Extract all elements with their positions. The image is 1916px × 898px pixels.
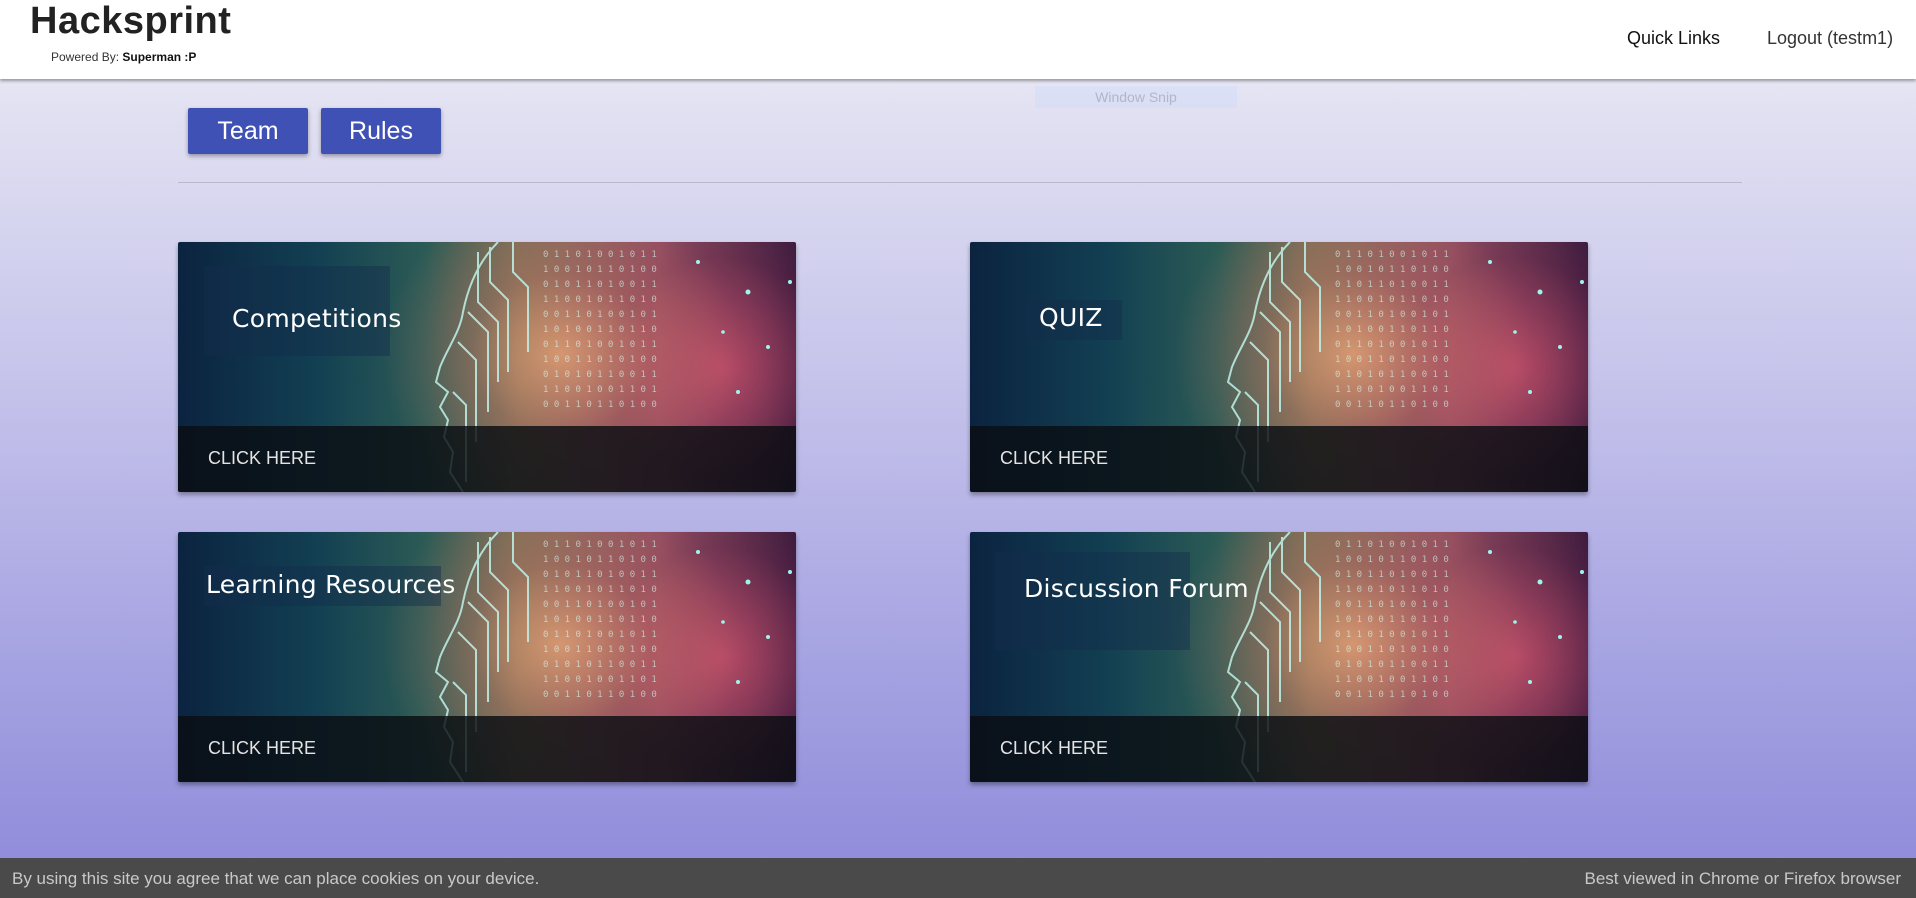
- svg-text:1 0 0 1 0 1 1 0 1 0 0: 1 0 0 1 0 1 1 0 1 0 0: [543, 265, 657, 275]
- svg-text:0 0 1 1 0 1 0 0 1 0 1: 0 0 1 1 0 1 0 0 1 0 1: [543, 600, 657, 610]
- svg-text:1 0 0 1 0 1 1 0 1 0 0: 1 0 0 1 0 1 1 0 1 0 0: [1335, 265, 1449, 275]
- rules-button[interactable]: Rules: [321, 108, 441, 154]
- svg-text:0 1 0 1 1 0 1 0 0 1 1: 0 1 0 1 1 0 1 0 0 1 1: [1335, 570, 1449, 580]
- team-button[interactable]: Team: [188, 108, 308, 154]
- svg-text:1 1 0 0 1 0 1 1 0 1 0: 1 1 0 0 1 0 1 1 0 1 0: [1335, 585, 1449, 595]
- discussion-forum-card[interactable]: 0 1 1 0 1 0 0 1 0 1 1 1 0 0 1 0 1 1 0 1 …: [970, 532, 1588, 782]
- svg-text:0 0 1 1 0 1 1 0 1 0 0: 0 0 1 1 0 1 1 0 1 0 0: [1335, 690, 1449, 700]
- svg-text:1 0 1 0 0 1 1 0 1 1 0: 1 0 1 0 0 1 1 0 1 1 0: [1335, 325, 1449, 335]
- card-title: Learning Resources: [206, 570, 456, 599]
- svg-text:1 1 0 0 1 0 1 1 0 1 0: 1 1 0 0 1 0 1 1 0 1 0: [543, 585, 657, 595]
- powered-by-name: Superman :P: [122, 50, 197, 64]
- powered-by: Powered By: Superman :P: [51, 50, 196, 64]
- competitions-card[interactable]: 0 1 1 0 1 0 0 1 0 1 1 1 0 0 1 0 1 1 0 1 …: [178, 242, 796, 492]
- svg-text:0 1 1 0 1 0 0 1 0 1 1: 0 1 1 0 1 0 0 1 0 1 1: [543, 250, 657, 260]
- svg-text:1 0 0 1 1 0 1 0 1 0 0: 1 0 0 1 1 0 1 0 1 0 0: [1335, 355, 1449, 365]
- section-divider: [178, 182, 1742, 183]
- svg-text:0 0 1 1 0 1 0 0 1 0 1: 0 0 1 1 0 1 0 0 1 0 1: [1335, 600, 1449, 610]
- svg-text:0 1 0 1 0 1 1 0 0 1 1: 0 1 0 1 0 1 1 0 0 1 1: [1335, 370, 1449, 380]
- card-footer[interactable]: CLICK HERE: [970, 426, 1588, 492]
- svg-text:0 1 0 1 1 0 1 0 0 1 1: 0 1 0 1 1 0 1 0 0 1 1: [1335, 280, 1449, 290]
- svg-text:0 1 1 0 1 0 0 1 0 1 1: 0 1 1 0 1 0 0 1 0 1 1: [543, 630, 657, 640]
- svg-text:1 0 1 0 0 1 1 0 1 1 0: 1 0 1 0 0 1 1 0 1 1 0: [543, 615, 657, 625]
- window-snip-overlay: Window Snip: [1035, 86, 1237, 108]
- click-here-link[interactable]: CLICK HERE: [1000, 448, 1108, 469]
- card-footer[interactable]: CLICK HERE: [178, 716, 796, 782]
- svg-text:0 1 1 0 1 0 0 1 0 1 1: 0 1 1 0 1 0 0 1 0 1 1: [1335, 540, 1449, 550]
- browser-note: Best viewed in Chrome or Firefox browser: [1584, 869, 1901, 888]
- svg-text:0 0 1 1 0 1 1 0 1 0 0: 0 0 1 1 0 1 1 0 1 0 0: [543, 690, 657, 700]
- cookie-bar: By using this site you agree that we can…: [0, 858, 1916, 898]
- learning-resources-card[interactable]: 0 1 1 0 1 0 0 1 0 1 1 1 0 0 1 0 1 1 0 1 …: [178, 532, 796, 782]
- svg-text:0 1 1 0 1 0 0 1 0 1 1: 0 1 1 0 1 0 0 1 0 1 1: [1335, 250, 1449, 260]
- svg-text:1 0 0 1 0 1 1 0 1 0 0: 1 0 0 1 0 1 1 0 1 0 0: [1335, 555, 1449, 565]
- svg-text:1 1 0 0 1 0 0 1 1 0 1: 1 1 0 0 1 0 0 1 1 0 1: [1335, 675, 1449, 685]
- svg-text:0 1 1 0 1 0 0 1 0 1 1: 0 1 1 0 1 0 0 1 0 1 1: [543, 340, 657, 350]
- click-here-link[interactable]: CLICK HERE: [208, 448, 316, 469]
- card-title: Competitions: [232, 304, 402, 333]
- svg-text:1 0 0 1 1 0 1 0 1 0 0: 1 0 0 1 1 0 1 0 1 0 0: [1335, 645, 1449, 655]
- svg-text:1 1 0 0 1 0 1 1 0 1 0: 1 1 0 0 1 0 1 1 0 1 0: [543, 295, 657, 305]
- svg-text:1 1 0 0 1 0 0 1 1 0 1: 1 1 0 0 1 0 0 1 1 0 1: [1335, 385, 1449, 395]
- svg-text:0 0 1 1 0 1 1 0 1 0 0: 0 0 1 1 0 1 1 0 1 0 0: [1335, 400, 1449, 410]
- svg-text:1 1 0 0 1 0 0 1 1 0 1: 1 1 0 0 1 0 0 1 1 0 1: [543, 385, 657, 395]
- card-title: QUIZ: [1039, 303, 1103, 332]
- svg-text:0 1 1 0 1 0 0 1 0 1 1: 0 1 1 0 1 0 0 1 0 1 1: [543, 540, 657, 550]
- cookie-notice: By using this site you agree that we can…: [12, 869, 540, 888]
- svg-text:0 0 1 1 0 1 1 0 1 0 0: 0 0 1 1 0 1 1 0 1 0 0: [543, 400, 657, 410]
- logout-link[interactable]: Logout (testm1): [1767, 28, 1893, 49]
- click-here-link[interactable]: CLICK HERE: [1000, 738, 1108, 759]
- quick-links-link[interactable]: Quick Links: [1627, 28, 1720, 49]
- card-footer[interactable]: CLICK HERE: [970, 716, 1588, 782]
- top-navbar: Hacksprint Powered By: Superman :P Quick…: [0, 0, 1916, 79]
- card-footer[interactable]: CLICK HERE: [178, 426, 796, 492]
- svg-text:0 1 0 1 0 1 1 0 0 1 1: 0 1 0 1 0 1 1 0 0 1 1: [543, 660, 657, 670]
- svg-text:1 0 0 1 1 0 1 0 1 0 0: 1 0 0 1 1 0 1 0 1 0 0: [543, 355, 657, 365]
- svg-text:0 1 0 1 0 1 1 0 0 1 1: 0 1 0 1 0 1 1 0 0 1 1: [1335, 660, 1449, 670]
- svg-text:0 1 0 1 1 0 1 0 0 1 1: 0 1 0 1 1 0 1 0 0 1 1: [543, 280, 657, 290]
- svg-text:1 0 1 0 0 1 1 0 1 1 0: 1 0 1 0 0 1 1 0 1 1 0: [1335, 615, 1449, 625]
- quiz-card[interactable]: 0 1 1 0 1 0 0 1 0 1 1 1 0 0 1 0 1 1 0 1 …: [970, 242, 1588, 492]
- site-title[interactable]: Hacksprint: [30, 0, 231, 43]
- svg-text:0 0 1 1 0 1 0 0 1 0 1: 0 0 1 1 0 1 0 0 1 0 1: [543, 310, 657, 320]
- svg-text:1 0 1 0 0 1 1 0 1 1 0: 1 0 1 0 0 1 1 0 1 1 0: [543, 325, 657, 335]
- svg-text:1 0 0 1 0 1 1 0 1 0 0: 1 0 0 1 0 1 1 0 1 0 0: [543, 555, 657, 565]
- svg-text:0 0 1 1 0 1 0 0 1 0 1: 0 0 1 1 0 1 0 0 1 0 1: [1335, 310, 1449, 320]
- svg-text:1 0 0 1 1 0 1 0 1 0 0: 1 0 0 1 1 0 1 0 1 0 0: [543, 645, 657, 655]
- svg-text:1 1 0 0 1 0 0 1 1 0 1: 1 1 0 0 1 0 0 1 1 0 1: [543, 675, 657, 685]
- card-title: Discussion Forum: [1024, 574, 1249, 603]
- svg-text:0 1 1 0 1 0 0 1 0 1 1: 0 1 1 0 1 0 0 1 0 1 1: [1335, 340, 1449, 350]
- svg-text:0 1 1 0 1 0 0 1 0 1 1: 0 1 1 0 1 0 0 1 0 1 1: [1335, 630, 1449, 640]
- click-here-link[interactable]: CLICK HERE: [208, 738, 316, 759]
- svg-text:0 1 0 1 1 0 1 0 0 1 1: 0 1 0 1 1 0 1 0 0 1 1: [543, 570, 657, 580]
- svg-text:1 1 0 0 1 0 1 1 0 1 0: 1 1 0 0 1 0 1 1 0 1 0: [1335, 295, 1449, 305]
- svg-text:0 1 0 1 0 1 1 0 0 1 1: 0 1 0 1 0 1 1 0 0 1 1: [543, 370, 657, 380]
- powered-by-label: Powered By:: [51, 50, 120, 64]
